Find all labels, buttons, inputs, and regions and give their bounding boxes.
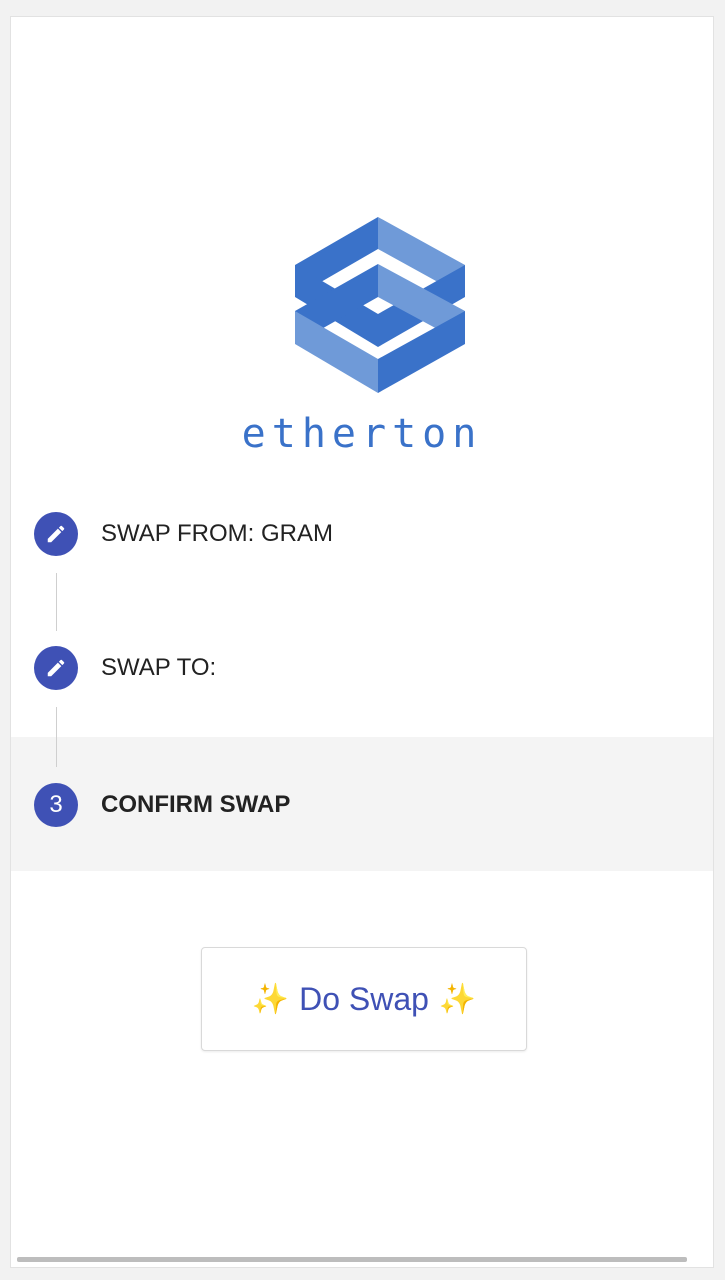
step-swap-from[interactable]: SWAP FROM: GRAM bbox=[11, 489, 713, 579]
step-label: CONFIRM SWAP bbox=[101, 791, 291, 818]
do-swap-button[interactable]: ✨ Do Swap ✨ bbox=[201, 947, 527, 1051]
pencil-icon bbox=[34, 512, 78, 556]
step-number: 3 bbox=[34, 783, 78, 827]
sparkles-icon: ✨ bbox=[438, 982, 477, 1016]
swap-card: etherton SWAP FROM: GRAM SWAP TO: 3 CONF… bbox=[10, 16, 714, 1268]
step-confirm-swap[interactable]: 3 CONFIRM SWAP bbox=[11, 707, 713, 871]
step-swap-to[interactable]: SWAP TO: bbox=[11, 623, 713, 713]
pencil-icon bbox=[34, 646, 78, 690]
step-connector bbox=[56, 707, 57, 767]
do-swap-label: Do Swap bbox=[299, 980, 429, 1017]
brand-name: etherton bbox=[241, 411, 483, 457]
etherton-logo bbox=[295, 217, 465, 393]
sparkles-icon: ✨ bbox=[251, 982, 290, 1016]
step-label: SWAP TO: bbox=[101, 654, 217, 681]
horizontal-scrollbar[interactable] bbox=[17, 1257, 687, 1262]
step-label: SWAP FROM: GRAM bbox=[101, 520, 334, 547]
